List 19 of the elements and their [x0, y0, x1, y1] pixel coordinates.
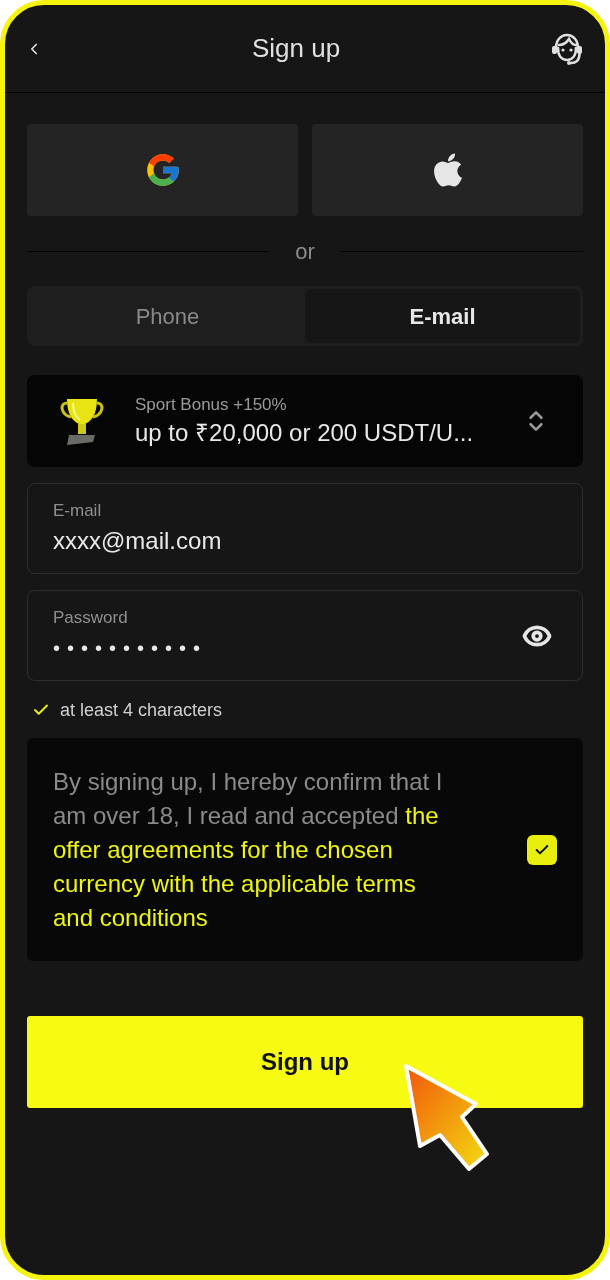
password-field[interactable]: Password •••••••••••: [27, 590, 583, 681]
password-label: Password: [53, 606, 128, 629]
tab[interactable]: E-mail: [305, 289, 580, 343]
hint-text: at least 4 characters: [60, 698, 223, 722]
apple-button[interactable]: [312, 124, 583, 216]
bonus-value: up to ₹20,000 or 200 USDT/U...: [135, 418, 475, 448]
google-button[interactable]: [27, 124, 298, 216]
consent-checkbox[interactable]: [527, 834, 557, 865]
page-title: Sign up: [251, 32, 341, 65]
email-value: xxxx@mail.com: [53, 525, 222, 556]
password-value: •••••••••••: [53, 635, 208, 661]
email-label: E-mail: [53, 499, 103, 522]
bonus-select[interactable]: Sport Bonus +150% up to ₹20,000 or 200 USDT/U...: [27, 375, 583, 467]
bonus-title: Sport Bonus +150%: [135, 394, 288, 416]
email-field[interactable]: E-mail xxxx@mail.com: [27, 483, 583, 574]
tab[interactable]: Phone: [30, 289, 305, 343]
consent-text: By signing up, I hereby confirm that I am over 18, I read and accepted the offer agreements for the chosen currency with the applicable terms and conditions: [53, 766, 444, 933]
divider-label: or: [294, 237, 316, 266]
sign-up-button[interactable]: Sign up: [27, 1016, 583, 1108]
